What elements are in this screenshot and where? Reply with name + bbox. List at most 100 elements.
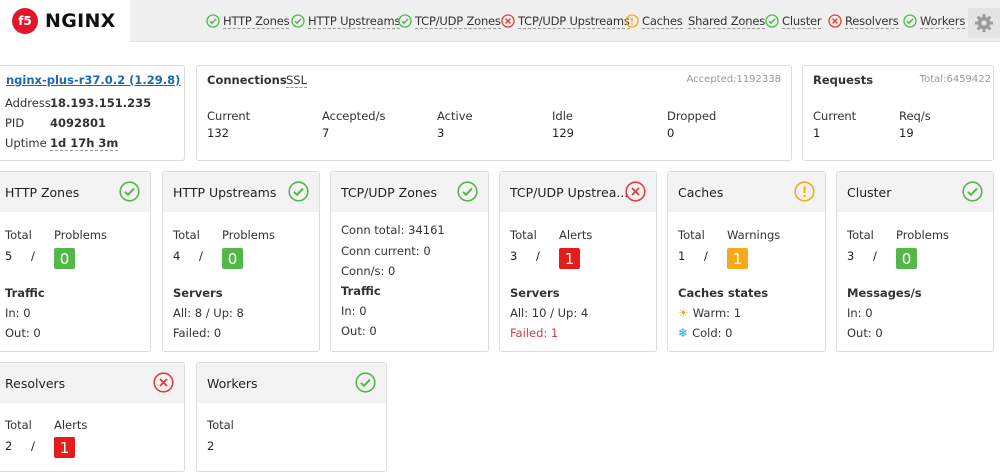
- warning-icon: [625, 14, 639, 28]
- conn-current: Conn current: 0: [341, 244, 431, 258]
- problems-badge: 0: [896, 248, 917, 269]
- connections-panel: Connections SSL Accepted:1192338 Current…: [196, 65, 792, 161]
- address-label: Address: [5, 96, 51, 110]
- pid-label: PID: [5, 116, 25, 130]
- card-title: Caches: [678, 184, 724, 200]
- cache-warm: Warm: 1: [692, 306, 742, 320]
- section-title: Servers: [173, 286, 223, 300]
- section-title: Traffic: [341, 284, 381, 298]
- error-icon: [501, 14, 515, 28]
- error-icon: [828, 14, 842, 28]
- traffic-out: Out: 0: [341, 324, 377, 338]
- tab-tcp-udp-zones[interactable]: TCP/UDP Zones: [398, 0, 501, 42]
- req-current-value: 1: [813, 126, 821, 140]
- section-title: Traffic: [5, 286, 45, 300]
- sun-icon: ☀: [678, 306, 689, 320]
- total-value: 3: [510, 249, 518, 263]
- caches-card[interactable]: Caches Total Warnings 1 / 1 Caches state…: [667, 171, 826, 352]
- tab-shared-zones[interactable]: Shared Zones: [688, 0, 765, 42]
- req-current-label: Current: [813, 109, 857, 123]
- servers-all-up: All: 10 / Up: 4: [510, 306, 589, 320]
- card-title: HTTP Upstreams: [173, 184, 277, 200]
- accepted-total: Accepted:1192338: [686, 74, 782, 85]
- total-value: 3: [847, 249, 855, 263]
- warnings-label: Warnings: [727, 228, 781, 242]
- requests-panel: Requests Total:6459422 Current 1 Req/s 1…: [802, 65, 994, 161]
- traffic-in: In: 0: [5, 306, 31, 320]
- messages-in: In: 0: [847, 306, 873, 320]
- tcp-udp-zones-card[interactable]: TCP/UDP Zones Conn total: 34161 Conn cur…: [330, 171, 489, 352]
- ok-icon: [398, 14, 412, 28]
- tab-workers[interactable]: Workers: [903, 0, 965, 42]
- card-title: HTTP Zones: [5, 184, 80, 200]
- tab-http-zones[interactable]: HTTP Zones: [206, 0, 290, 42]
- alerts-label: Alerts: [54, 418, 88, 432]
- problems-label: Problems: [222, 228, 276, 242]
- total-label: Total: [5, 418, 32, 432]
- servers-all-up: All: 8 / Up: 8: [173, 306, 244, 320]
- card-title: TCP/UDP Zones: [341, 184, 438, 200]
- error-status-icon: [625, 181, 646, 202]
- card-title: Workers: [207, 375, 258, 391]
- active-label: Active: [437, 109, 473, 123]
- error-status-icon: [153, 372, 174, 393]
- ok-icon: [765, 14, 779, 28]
- tab-resolvers[interactable]: Resolvers: [828, 0, 899, 42]
- warning-status-icon: [794, 181, 815, 202]
- accepted-label: Accepted/s: [322, 109, 386, 123]
- separator: /: [704, 249, 708, 263]
- tab-label: Caches: [642, 13, 683, 29]
- problems-badge: 0: [222, 248, 243, 269]
- ok-status-icon: [457, 181, 478, 202]
- ok-icon: [291, 14, 305, 28]
- tab-label: Workers: [920, 13, 966, 29]
- total-value: 2: [5, 439, 13, 453]
- cluster-card[interactable]: Cluster Total Problems 3 / 0 Messages/s …: [836, 171, 994, 352]
- section-title: Servers: [510, 286, 560, 300]
- tab-http-upstreams[interactable]: HTTP Upstreams: [291, 0, 400, 42]
- separator: /: [31, 439, 35, 453]
- uptime-value: 1d 17h 3m: [50, 136, 119, 151]
- conn-per-second: Conn/s: 0: [341, 264, 396, 278]
- section-title: Messages/s: [847, 286, 922, 300]
- separator: /: [199, 249, 203, 263]
- alerts-badge: 1: [559, 248, 580, 269]
- problems-label: Problems: [54, 228, 108, 242]
- cache-cold: Cold: 0: [692, 326, 733, 340]
- alerts-badge: 1: [54, 437, 75, 458]
- total-value: 4: [173, 249, 181, 263]
- idle-value: 129: [552, 126, 574, 140]
- tcp-udp-upstreams-card[interactable]: TCP/UDP Upstrea... Total Alerts 3 / 1 Se…: [499, 171, 657, 352]
- tab-label: Resolvers: [845, 13, 899, 29]
- separator: /: [31, 249, 35, 263]
- traffic-in: In: 0: [341, 304, 367, 318]
- idle-label: Idle: [552, 109, 573, 123]
- settings-gear-button[interactable]: [968, 8, 1000, 38]
- f5-logo-icon: f5: [12, 8, 38, 34]
- problems-badge: 0: [54, 248, 75, 269]
- tab-label: Shared Zones: [688, 13, 766, 29]
- tab-tcp-udp-upstreams[interactable]: TCP/UDP Upstreams: [501, 0, 630, 42]
- version-link[interactable]: nginx-plus-r37.0.2 (1.29.8): [6, 73, 180, 87]
- tab-label: HTTP Upstreams: [308, 13, 401, 29]
- nginx-logo[interactable]: f5 NGINX: [0, 0, 130, 42]
- ok-icon: [903, 14, 917, 28]
- address-value: 18.193.151.235: [50, 96, 152, 110]
- card-title: TCP/UDP Upstrea...: [510, 184, 629, 200]
- requests-title: Requests: [813, 73, 874, 87]
- http-zones-card[interactable]: HTTP Zones Total Problems 5 / 0 Traffic …: [0, 171, 151, 352]
- ok-status-icon: [355, 372, 376, 393]
- tab-label: TCP/UDP Zones: [415, 13, 501, 29]
- reqs-value: 19: [899, 126, 914, 140]
- total-value: 1: [678, 249, 686, 263]
- warnings-badge: 1: [727, 248, 748, 269]
- gear-icon: [975, 14, 993, 32]
- tab-label: Cluster: [782, 13, 822, 29]
- tab-caches[interactable]: Caches: [625, 0, 683, 42]
- ssl-link[interactable]: SSL: [286, 73, 308, 88]
- pid-value: 4092801: [50, 116, 107, 130]
- http-upstreams-card[interactable]: HTTP Upstreams Total Problems 4 / 0 Serv…: [162, 171, 320, 352]
- separator: /: [873, 249, 877, 263]
- tab-cluster[interactable]: Cluster: [765, 0, 822, 42]
- accepted-value: 7: [322, 126, 330, 140]
